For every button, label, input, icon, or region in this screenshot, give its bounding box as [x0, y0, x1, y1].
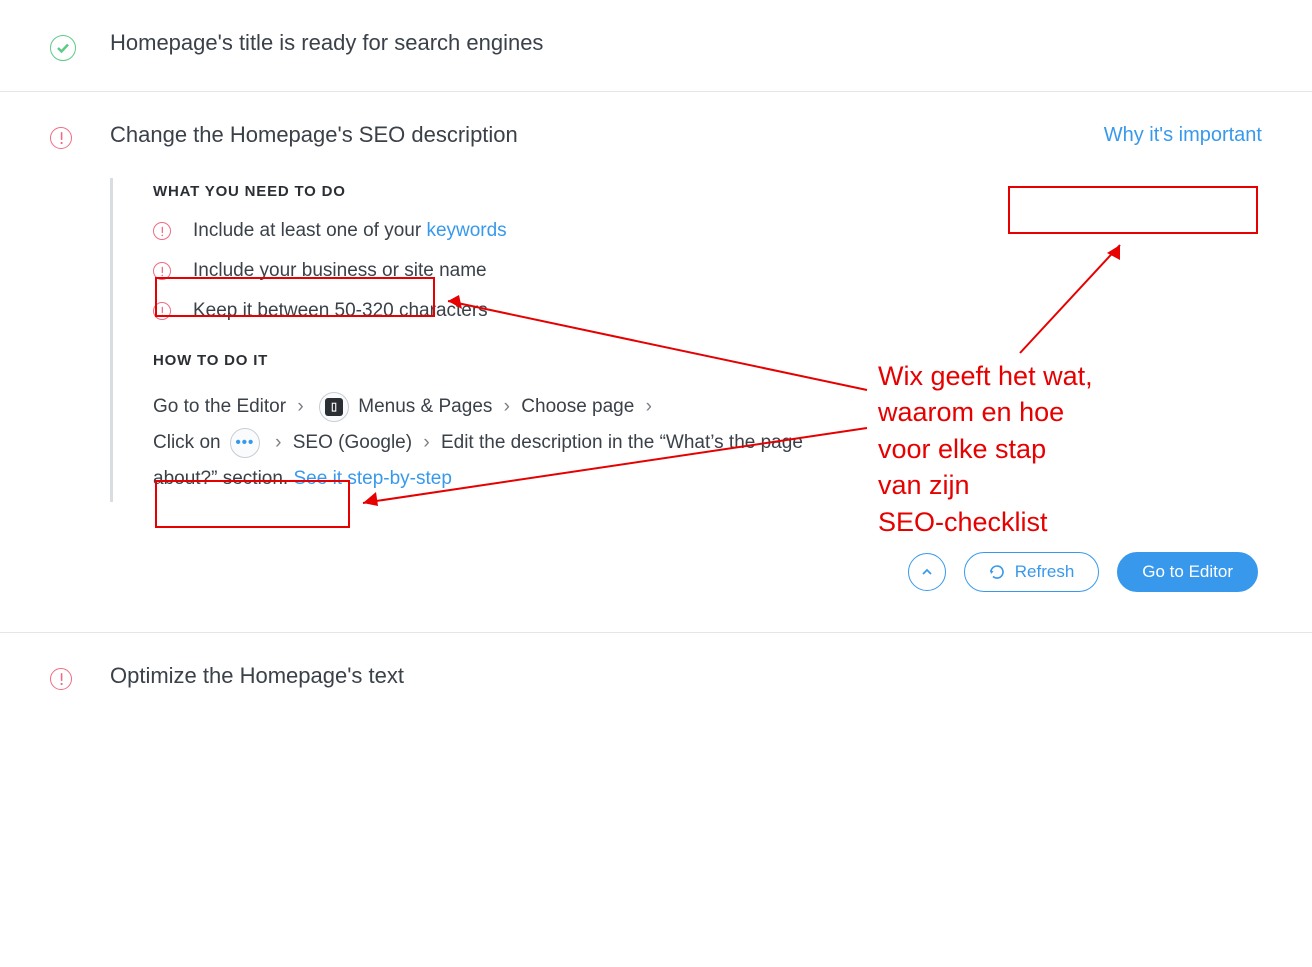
chevron-right-icon: ›: [275, 432, 281, 453]
how-click-on: Click on: [153, 432, 221, 453]
refresh-label: Refresh: [1015, 562, 1075, 582]
status-icon-success: [50, 30, 110, 61]
see-step-by-step-link[interactable]: See it step-by-step: [293, 468, 451, 489]
need-list: Include at least one of your keywords In…: [153, 220, 850, 322]
need-item: Keep it between 50-320 characters: [153, 300, 850, 322]
how-to-text: Go to the Editor › ▯ Menus & Pages › Cho…: [153, 389, 850, 497]
how-choose-page: Choose page: [521, 396, 634, 417]
detail-panel: WHAT YOU NEED TO DO Include at least one…: [110, 178, 850, 502]
chevron-right-icon: ›: [504, 396, 510, 417]
chevron-up-icon: [921, 566, 933, 578]
how-go-editor: Go to the Editor: [153, 396, 286, 417]
row-title: Change the Homepage's SEO description: [110, 122, 518, 148]
pages-icon: ▯: [319, 392, 349, 422]
chevron-right-icon: ›: [646, 396, 652, 417]
go-to-editor-button[interactable]: Go to Editor: [1117, 552, 1258, 592]
need-text: Keep it between 50-320 characters: [193, 300, 488, 322]
alert-circle-icon: [153, 262, 171, 280]
checklist-row-change-description: Change the Homepage's SEO description Wh…: [0, 92, 1312, 632]
why-important-link[interactable]: Why it's important: [1104, 124, 1262, 147]
row-title: Homepage's title is ready for search eng…: [110, 30, 543, 56]
check-circle-icon: [50, 35, 76, 61]
need-item: Include at least one of your keywords: [153, 220, 850, 242]
status-icon-alert: [50, 122, 110, 149]
alert-circle-icon: [153, 222, 171, 240]
need-item: Include your business or site name: [153, 260, 850, 282]
refresh-button[interactable]: Refresh: [964, 552, 1100, 592]
status-icon-alert: [50, 663, 110, 690]
row-title: Optimize the Homepage's text: [110, 663, 404, 689]
checklist-row-optimize-text: Optimize the Homepage's text: [0, 633, 1312, 720]
chevron-right-icon: ›: [423, 432, 429, 453]
keywords-link[interactable]: keywords: [426, 220, 506, 241]
alert-circle-icon: [50, 668, 72, 690]
more-dots-icon: •••: [230, 428, 260, 458]
how-menus-pages: Menus & Pages: [358, 396, 492, 417]
actions-bar: Refresh Go to Editor: [110, 552, 1258, 592]
go-to-editor-label: Go to Editor: [1142, 562, 1233, 582]
checklist-row-title-ready: Homepage's title is ready for search eng…: [0, 0, 1312, 92]
refresh-icon: [989, 564, 1005, 580]
section-how-to-do-it: HOW TO DO IT: [153, 352, 850, 369]
collapse-button[interactable]: [908, 553, 946, 591]
section-what-you-need: WHAT YOU NEED TO DO: [153, 183, 850, 200]
need-text: Include your business or site name: [193, 260, 487, 282]
how-seo-google: SEO (Google): [293, 432, 412, 453]
need-text: Include at least one of your: [193, 220, 426, 241]
alert-circle-icon: [153, 302, 171, 320]
chevron-right-icon: ›: [297, 396, 303, 417]
alert-circle-icon: [50, 127, 72, 149]
